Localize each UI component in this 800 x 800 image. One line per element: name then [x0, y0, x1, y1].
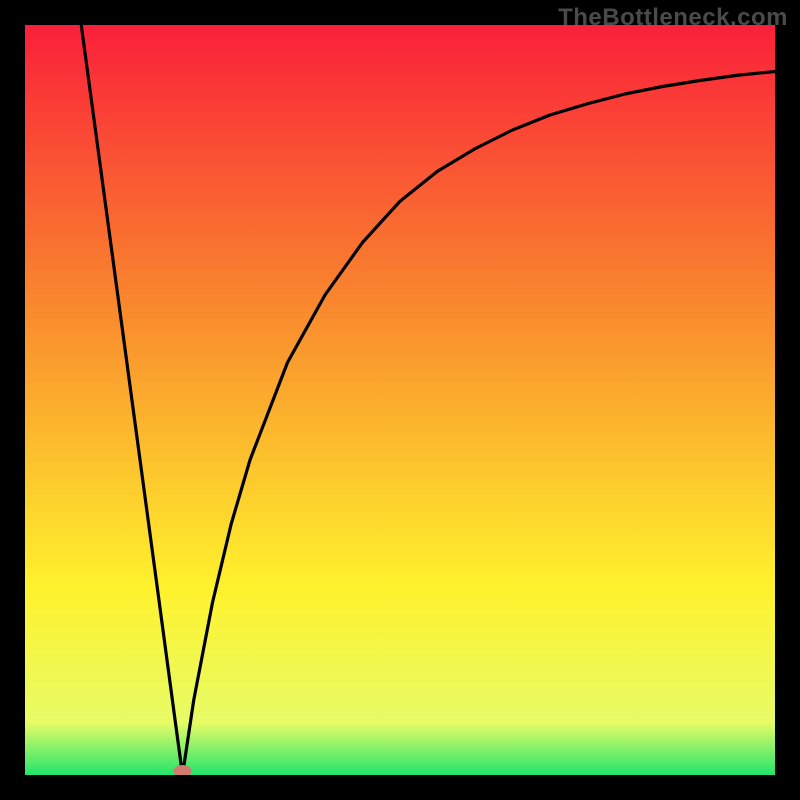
plot-area	[25, 25, 775, 775]
minimum-marker	[174, 765, 192, 775]
watermark-text: TheBottleneck.com	[558, 4, 788, 32]
chart-container: TheBottleneck.com	[0, 0, 800, 800]
curve-layer	[25, 25, 775, 775]
bottleneck-curve	[81, 25, 775, 775]
